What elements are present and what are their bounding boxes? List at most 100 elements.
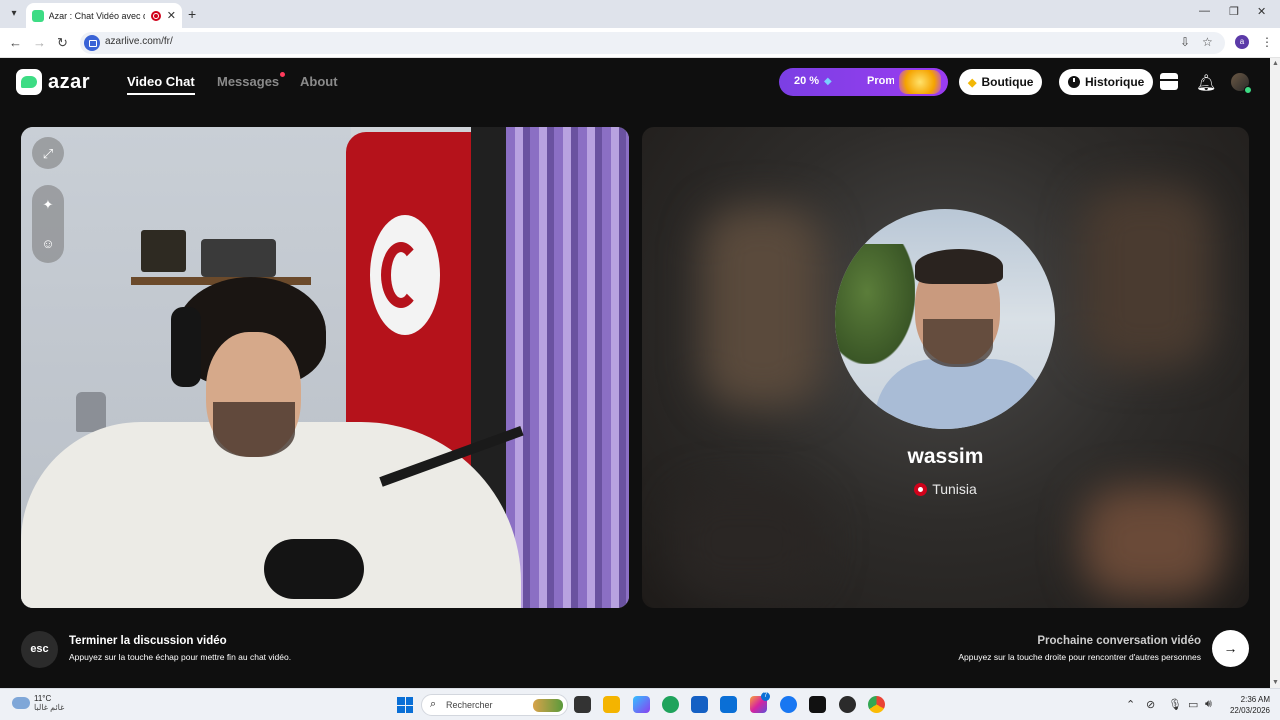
tab-title: Azar : Chat Vidéo avec de n [48,10,145,21]
gems-illustration [899,70,941,94]
gem-icon: ◆ [824,76,832,87]
bookmark-star-icon[interactable]: ☆ [1202,35,1213,49]
search-placeholder: Rechercher [446,700,493,710]
file-explorer-icon[interactable] [603,696,620,713]
self-video-panel [21,127,629,608]
forward-button[interactable]: → [33,35,46,50]
end-chat-esc-button[interactable]: esc [21,631,58,668]
weather-condition: غائم غالبا [34,703,65,712]
windows-start-icon[interactable] [397,697,413,713]
next-chat-subtitle: Appuyez sur la touche droite pour rencon… [958,652,1201,662]
windows-taskbar: 11°C غائم غالبا ⌕ Rechercher 7 ⌃ ⊘ 🎙︎ ▭ … [0,688,1280,720]
magic-wand-icon[interactable]: ✦ [43,198,54,211]
nav-about[interactable]: About [300,74,338,89]
site-info-icon[interactable] [84,35,100,51]
install-app-icon[interactable]: ⇩ [1180,35,1190,49]
messages-notification-dot [280,72,285,77]
page-scrollbar[interactable]: ▲ ▼ [1270,58,1280,688]
browser-menu-icon[interactable]: ⋮ [1261,35,1273,49]
peer-country: Tunisia [642,481,1249,497]
mic-tray-icon[interactable]: 🎙︎ [1168,698,1182,711]
blur-shape [1082,187,1212,367]
url-text: azarlive.com/fr/ [105,36,173,47]
inventory-box-icon[interactable] [1160,73,1178,90]
video-radio [141,230,186,272]
store-icon[interactable] [691,696,708,713]
tray-overflow-icon[interactable]: ⌃ [1126,698,1135,711]
blur-shape [672,487,822,597]
promo-banner[interactable]: 20 % ◆ Prom [779,68,948,96]
history-clock-icon [1068,76,1080,88]
video-effects-toolbar: ✦ ☺ [32,185,64,263]
address-bar[interactable]: azarlive.com/fr/ [80,32,1225,54]
face-filter-icon[interactable]: ☺ [41,237,54,250]
cloud-icon [12,697,30,709]
peer-name: wassim [907,445,984,468]
window-close-button[interactable]: ✕ [1257,5,1266,18]
blur-shape [1082,487,1222,597]
edge-icon[interactable] [662,696,679,713]
azar-logo[interactable]: azar [16,69,90,95]
scroll-down-arrow-icon[interactable]: ▼ [1272,679,1279,686]
taskbar-search[interactable]: ⌕ Rechercher [421,694,568,716]
next-chat-button[interactable]: → [1212,630,1249,667]
volume-icon[interactable]: 🔊︎ [1205,698,1212,711]
person-beard [213,402,295,457]
flag-crescent [381,242,421,308]
instagram-badge: 7 [761,692,770,701]
peer-country-label: Tunisia [932,481,977,497]
facebook-icon[interactable] [780,696,797,713]
minimize-button[interactable]: — [1199,5,1210,17]
boutique-button[interactable]: ◆ Boutique [959,69,1043,95]
peer-profile-photo [835,209,1055,429]
expand-video-button[interactable]: ⤢ [32,137,64,169]
next-chat-title: Prochaine conversation vidéo [1037,635,1201,647]
historique-button[interactable]: Historique [1059,69,1154,95]
photo-beard [923,319,993,367]
recording-icon [151,10,161,21]
task-view-icon[interactable] [574,696,591,713]
video-lamp [76,392,106,432]
promo-label: Prom [867,75,894,87]
azar-logo-icon [16,69,42,95]
diamond-icon: ◆ [968,76,977,89]
mail-icon[interactable] [720,696,737,713]
headphones [171,307,201,387]
tiktok-icon[interactable] [809,696,826,713]
end-chat-subtitle: Appuyez sur la touche échap pour mettre … [69,652,292,662]
restore-button[interactable]: ❐ [1229,5,1239,18]
clock-time: 2:36 AM [1240,695,1270,704]
video-speaker [201,239,276,277]
chrome-icon[interactable] [868,696,885,713]
scroll-up-arrow-icon[interactable]: ▲ [1272,60,1279,67]
logo-text: azar [48,70,91,93]
video-curtain [506,127,629,608]
browser-profile-avatar[interactable]: a [1235,35,1249,49]
historique-label: Historique [1085,75,1145,89]
arrow-right-icon: → [1223,640,1238,656]
display-icon[interactable]: ▭ [1188,698,1198,711]
nav-video-chat[interactable]: Video Chat [127,74,195,95]
browser-tab-azar[interactable]: Azar : Chat Vidéo avec de n ✕ [26,3,182,28]
peer-video-panel: wassim Tunisia [642,127,1249,608]
end-chat-title: Terminer la discussion vidéo [69,635,227,647]
obs-icon[interactable] [839,696,856,713]
weather-widget[interactable]: 11°C غائم غالبا [12,694,64,712]
copilot-icon[interactable] [633,696,650,713]
back-button[interactable]: ← [9,35,22,50]
photo-hair [915,249,1003,284]
photo-trees [835,244,915,364]
browser-tabbar: ▾ Azar : Chat Vidéo avec de n ✕ + — ❐ ✕ [0,0,1280,28]
new-tab-button[interactable]: + [188,6,196,22]
network-icon[interactable]: ⊘ [1146,698,1155,711]
bell-icon[interactable]: 🔔︎ [1196,73,1216,93]
search-highlight-image [533,699,563,712]
blur-shape [702,207,822,407]
reload-button[interactable]: ↻ [57,35,68,51]
azar-favicon-icon [32,9,44,22]
nav-messages[interactable]: Messages [217,74,279,89]
app-header: azar Video Chat Messages About 20 % ◆ Pr… [0,58,1270,108]
tab-search-button[interactable]: ▾ [6,6,22,22]
tab-close-icon[interactable]: ✕ [167,9,176,22]
taskbar-clock[interactable]: 2:36 AM 22/03/2026 [1220,694,1270,716]
